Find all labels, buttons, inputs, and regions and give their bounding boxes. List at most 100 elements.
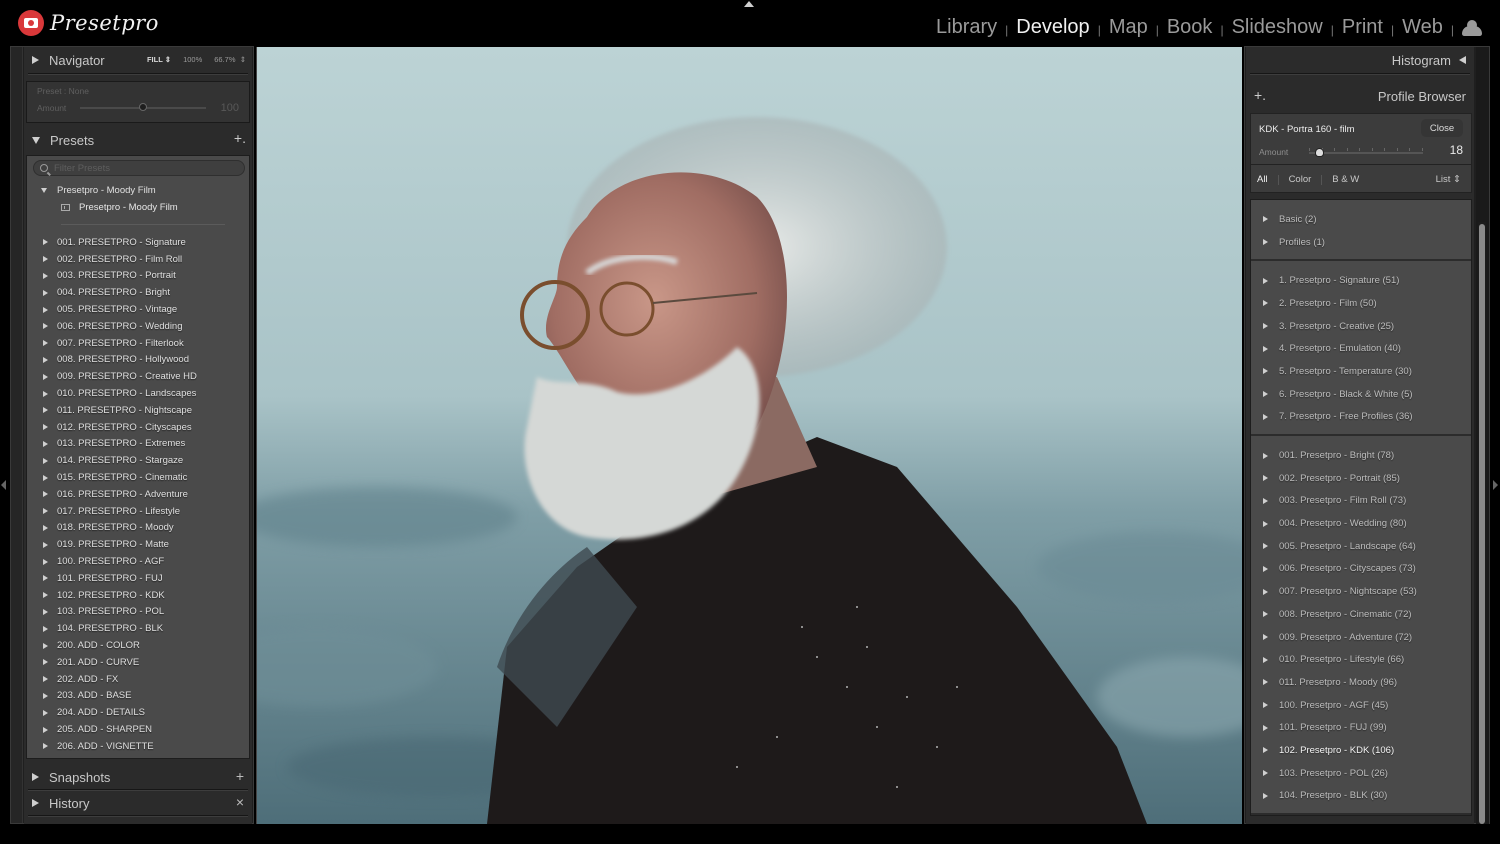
scrollbar-thumb[interactable] — [1479, 224, 1485, 824]
profile-group[interactable]: 104. Presetpro - BLK (30) — [1251, 785, 1471, 808]
profile-group[interactable]: 1. Presetpro - Signature (51) — [1251, 269, 1471, 292]
history-header[interactable]: History × — [24, 791, 252, 815]
preset-group[interactable]: 205. ADD - SHARPEN — [27, 721, 249, 738]
profile-group[interactable]: 7. Presetpro - Free Profiles (36) — [1251, 406, 1471, 429]
module-map[interactable]: Map — [1109, 16, 1148, 39]
preset-group[interactable]: 200. ADD - COLOR — [27, 637, 249, 654]
presets-header[interactable]: Presets +. — [24, 127, 252, 153]
filter-presets-input[interactable] — [54, 162, 234, 174]
preset-group[interactable]: 010. PRESETPRO - Landscapes — [27, 385, 249, 402]
profile-group[interactable]: 003. Presetpro - Film Roll (73) — [1251, 490, 1471, 513]
preset-group-label: 007. PRESETPRO - Filterlook — [57, 337, 184, 349]
profile-group[interactable]: 005. Presetpro - Landscape (64) — [1251, 535, 1471, 558]
preset-group[interactable]: 204. ADD - DETAILS — [27, 704, 249, 721]
collapse-top-panel-arrow-icon[interactable] — [744, 1, 754, 7]
expand-triangle-icon — [43, 340, 48, 347]
filter-tab-b-w[interactable]: B & W — [1332, 174, 1359, 185]
photo-canvas[interactable] — [256, 47, 1242, 824]
histogram-title: Histogram — [1391, 52, 1451, 68]
preset-group[interactable]: 103. PRESETPRO - POL — [27, 604, 249, 621]
close-profile-browser-button[interactable]: Close — [1421, 119, 1463, 137]
profile-amount-slider[interactable] — [1309, 152, 1423, 154]
profile-group[interactable]: 011. Presetpro - Moody (96) — [1251, 671, 1471, 694]
navigator-header[interactable]: Navigator FILL ⇕ 100% 66.7% ⇕ — [24, 47, 252, 73]
clear-history-icon[interactable]: × — [236, 794, 244, 810]
preset-group[interactable]: 015. PRESETPRO - Cinematic — [27, 469, 249, 486]
preset-item[interactable]: Presetpro - Moody Film — [27, 199, 249, 216]
preset-group[interactable]: 014. PRESETPRO - Stargaze — [27, 452, 249, 469]
histogram-header[interactable]: Histogram — [1246, 47, 1474, 73]
profile-group[interactable]: 101. Presetpro - FUJ (99) — [1251, 716, 1471, 739]
preset-group[interactable]: 009. PRESETPRO - Creative HD — [27, 368, 249, 385]
zoom-100-option[interactable]: 100% — [183, 55, 202, 64]
preset-group[interactable]: 005. PRESETPRO - Vintage — [27, 301, 249, 318]
preset-amount-slider[interactable] — [80, 103, 207, 111]
module-library[interactable]: Library — [936, 16, 997, 39]
preset-group[interactable]: 004. PRESETPRO - Bright — [27, 284, 249, 301]
profile-group[interactable]: 100. Presetpro - AGF (45) — [1251, 694, 1471, 717]
profile-group[interactable]: 2. Presetpro - Film (50) — [1251, 292, 1471, 315]
preset-group[interactable]: 019. PRESETPRO - Matte — [27, 536, 249, 553]
zoom-custom-option[interactable]: 66.7% ⇕ — [214, 55, 246, 64]
preset-group[interactable]: 102. PRESETPRO - KDK — [27, 587, 249, 604]
preset-group[interactable]: 003. PRESETPRO - Portrait — [27, 268, 249, 285]
profile-group[interactable]: Profiles (1) — [1251, 231, 1471, 254]
preset-group[interactable]: 007. PRESETPRO - Filterlook — [27, 335, 249, 352]
expand-triangle-icon — [43, 642, 48, 649]
filter-tab-all[interactable]: All — [1257, 174, 1268, 185]
preset-group[interactable]: 100. PRESETPRO - AGF — [27, 553, 249, 570]
preset-group[interactable]: 016. PRESETPRO - Adventure — [27, 486, 249, 503]
slider-thumb[interactable] — [1315, 148, 1325, 157]
toggle-right-panel-arrow-icon[interactable] — [1493, 480, 1498, 490]
preset-group[interactable]: 101. PRESETPRO - FUJ — [27, 570, 249, 587]
preset-group[interactable]: 017. PRESETPRO - Lifestyle — [27, 503, 249, 520]
preset-group[interactable]: 002. PRESETPRO - Film Roll — [27, 251, 249, 268]
cloud-icon[interactable] — [1462, 19, 1482, 36]
profile-group[interactable]: 006. Presetpro - Cityscapes (73) — [1251, 558, 1471, 581]
profile-group[interactable]: 5. Presetpro - Temperature (30) — [1251, 360, 1471, 383]
module-slideshow[interactable]: Slideshow — [1232, 16, 1323, 39]
module-develop[interactable]: Develop — [1016, 16, 1089, 39]
add-snapshots-icon[interactable]: + — [236, 768, 244, 784]
profile-group[interactable]: 102. Presetpro - KDK (106) — [1251, 739, 1471, 762]
profile-group[interactable]: Basic (2) — [1251, 208, 1471, 231]
preset-group-open[interactable]: Presetpro - Moody Film — [27, 182, 249, 199]
profile-group[interactable]: 009. Presetpro - Adventure (72) — [1251, 626, 1471, 649]
preset-group[interactable]: 011. PRESETPRO - Nightscape — [27, 402, 249, 419]
profile-group[interactable]: 3. Presetpro - Creative (25) — [1251, 315, 1471, 338]
profile-group[interactable]: 103. Presetpro - POL (26) — [1251, 762, 1471, 785]
profile-group[interactable]: 007. Presetpro - Nightscape (53) — [1251, 580, 1471, 603]
filter-presets-field[interactable] — [33, 160, 245, 176]
profile-group[interactable]: 008. Presetpro - Cinematic (72) — [1251, 603, 1471, 626]
view-mode-select[interactable]: List ⇕ — [1436, 174, 1461, 185]
preset-group[interactable]: 104. PRESETPRO - BLK — [27, 620, 249, 637]
filter-tab-color[interactable]: Color — [1289, 174, 1312, 185]
profile-group[interactable]: 002. Presetpro - Portrait (85) — [1251, 467, 1471, 490]
module-web[interactable]: Web — [1402, 16, 1443, 39]
zoom-fill-option[interactable]: FILL ⇕ — [147, 55, 171, 64]
add-preset-icon[interactable]: +. — [234, 130, 246, 146]
preset-group[interactable]: 006. PRESETPRO - Wedding — [27, 318, 249, 335]
preset-group[interactable]: 001. PRESETPRO - Signature — [27, 234, 249, 251]
toggle-left-panel-arrow-icon[interactable] — [1, 480, 6, 490]
preset-group[interactable]: 202. ADD - FX — [27, 671, 249, 688]
profile-group-label: 010. Presetpro - Lifestyle (66) — [1279, 654, 1405, 666]
add-profile-icon[interactable]: +. — [1254, 87, 1266, 103]
module-print[interactable]: Print — [1342, 16, 1383, 39]
preset-group[interactable]: 201. ADD - CURVE — [27, 654, 249, 671]
preset-group[interactable]: 013. PRESETPRO - Extremes — [27, 436, 249, 453]
module-book[interactable]: Book — [1167, 16, 1213, 39]
profile-group[interactable]: 4. Presetpro - Emulation (40) — [1251, 337, 1471, 360]
profile-group[interactable]: 6. Presetpro - Black & White (5) — [1251, 383, 1471, 406]
snapshots-header[interactable]: Snapshots + — [24, 765, 252, 789]
preset-group[interactable]: 203. ADD - BASE — [27, 688, 249, 705]
preset-group[interactable]: 206. ADD - VIGNETTE — [27, 738, 249, 755]
preset-group[interactable]: 012. PRESETPRO - Cityscapes — [27, 419, 249, 436]
profile-group[interactable]: 001. Presetpro - Bright (78) — [1251, 444, 1471, 467]
preset-group[interactable]: 018. PRESETPRO - Moody — [27, 520, 249, 537]
profile-group[interactable]: 004. Presetpro - Wedding (80) — [1251, 512, 1471, 535]
preset-group[interactable]: 008. PRESETPRO - Hollywood — [27, 352, 249, 369]
slider-thumb[interactable] — [139, 103, 148, 111]
app-logo: Presetpro — [18, 10, 159, 36]
profile-group[interactable]: 010. Presetpro - Lifestyle (66) — [1251, 648, 1471, 671]
